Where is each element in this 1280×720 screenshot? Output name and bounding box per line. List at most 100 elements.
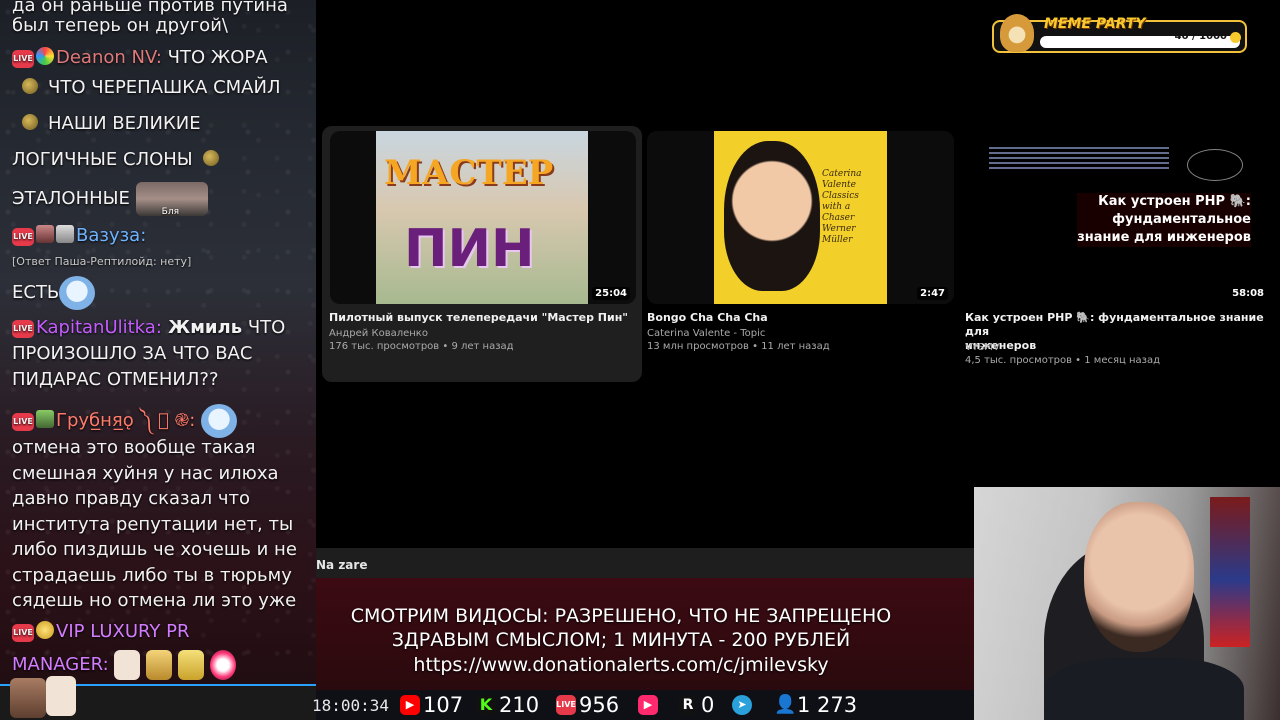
user-icon: 👤 (774, 694, 797, 715)
live-badge-icon: LIVE (12, 320, 34, 338)
chat-panel: да он раньше против путина был теперь он… (0, 0, 316, 720)
kick-icon: K (476, 695, 496, 715)
chat-username[interactable]: MANAGER: (12, 654, 109, 675)
webcam-feed (974, 487, 1280, 720)
video-title-2[interactable]: Bongo Cha Cha Cha (647, 311, 768, 325)
chat-message-text: давно правду сказал что (12, 488, 250, 509)
money-face-badge-icon (36, 621, 54, 639)
live-icon: LIVE (556, 695, 576, 715)
chat-message: LIVE VIP LUXURY PR (12, 620, 189, 644)
masked-face-emote-icon (59, 276, 96, 310)
stream-stats-bar: 18:00:34 ▶ 107 K 210 LIVE 956 ▶ R0 ➤ 👤 1 273 (312, 690, 976, 720)
coin-emote-icon (22, 114, 38, 130)
chat-message: LIVE Вазуза: (12, 224, 146, 248)
rainbow-badge-icon (36, 47, 54, 65)
video-channel-3[interactable]: VYSMV (965, 341, 1000, 354)
chat-message-text: отмена это вообще такая (12, 437, 256, 458)
chat-username[interactable]: KapitanUlitka: (36, 317, 162, 338)
chat-message: MANAGER: (12, 650, 236, 680)
video-channel-1[interactable]: Андрей Коваленко (329, 327, 428, 340)
chat-message-text: либо пиздишь че хочешь и не (12, 539, 297, 560)
thumb-caption-line: фундаментальное (1112, 212, 1251, 227)
meme-party-title: MEME PARTY (1044, 16, 1146, 32)
chat-username[interactable]: VIP LUXURY PR (56, 621, 189, 642)
live-badge-icon: LIVE (12, 228, 34, 246)
now-playing-label: Na zare (316, 558, 368, 572)
telegram-viewers: ➤ (732, 693, 755, 717)
vkplay-icon: ▶ (638, 695, 658, 715)
flag-icon (1210, 497, 1250, 647)
thumb-title-top: МАСТЕР (384, 153, 554, 193)
video-title-3[interactable]: Как устроен PHP 🐘: фундаментальное знани… (965, 311, 1265, 353)
live-badge-icon: LIVE (12, 50, 34, 68)
masked-face-emote-icon (201, 404, 238, 438)
emote-caption: Бля (161, 207, 179, 217)
chat-message-text: института репутации нет, ты (12, 514, 294, 535)
live-badge-icon: LIVE (12, 413, 34, 431)
chat-message-text: страдаешь либо ты в тюрьму (12, 565, 292, 586)
youtube-viewers: ▶ 107 (400, 693, 463, 717)
rutube-count: 0 (701, 693, 715, 717)
streamer-face (1084, 502, 1194, 652)
avatar-emote-icon (10, 678, 46, 718)
chat-username[interactable]: Груб̲ня̲ǫ ༽ ⃕ ֎: (56, 410, 195, 431)
video-thumbnail-2[interactable]: Caterina Valente Classics with a Chaser … (647, 131, 954, 304)
chat-message-text: ЧТО ЧЕРЕПАШКА СМАЙЛ (48, 77, 281, 98)
chat-message: LIVE KapitanUlitka: Жмиль ЧТО (12, 316, 285, 340)
kick-count: 210 (499, 693, 540, 717)
vkplay-viewers: ▶ (638, 693, 661, 717)
clock: 18:00:34 (312, 696, 390, 715)
total-viewers: 👤 1 273 (774, 693, 857, 717)
video-title-line: Как устроен PHP 🐘: фундаментальное знани… (965, 311, 1264, 338)
face-emote-icon: Бля (135, 182, 208, 217)
energy-star-logo-icon (1187, 149, 1243, 181)
chat-message-text: ЭТАЛОННЫЕ (12, 188, 130, 209)
video-channel-2[interactable]: Caterina Valente - Topic (647, 327, 765, 340)
video-stats-2: 13 млн просмотров • 11 лет назад (647, 341, 830, 352)
meme-progress-count: 40 / 1000 (1174, 31, 1227, 42)
car-badge-icon (36, 410, 54, 428)
promo-link[interactable]: https://www.donationalerts.com/c/jmilevs… (316, 653, 926, 677)
now-playing-bar: Na zare (316, 548, 976, 578)
promo-line-2: ЗДРАВЫМ СМЫСЛОМ; 1 МИНУТА - 200 РУБЛЕЙ (391, 629, 851, 651)
master-pin-artwork: МАСТЕР ПИН (376, 131, 588, 304)
chat-message-text: ЧТО (242, 317, 286, 338)
video-stats-1: 176 тыс. просмотров • 9 лет назад (329, 341, 514, 352)
live-count: 956 (579, 693, 620, 717)
thumb-title-bottom: ПИН (404, 219, 535, 279)
album-cover-text: Caterina Valente Classics with a Chaser … (822, 169, 862, 245)
chat-message-text: НАШИ ВЕЛИКИЕ (48, 113, 201, 134)
rutube-icon: R (678, 695, 698, 715)
chat-message: НАШИ ВЕЛИКИЕ (12, 112, 201, 136)
glow-emote-icon (209, 650, 236, 680)
bios-text-lines (989, 147, 1169, 171)
singer-portrait-icon (724, 141, 820, 291)
doge-icon (1000, 14, 1034, 52)
meme-party-widget: MEME PARTY 40 / 1000 (992, 14, 1247, 53)
rutube-viewers: R0 (678, 693, 714, 717)
chat-message-text: ЕСТЬ (12, 282, 60, 303)
promo-banner: СМОТРИМ ВИДОСЫ: РАЗРЕШЕНО, ЧТО НЕ ЗАПРЕЩ… (316, 578, 976, 690)
fist-emote-icon (46, 676, 76, 716)
video-title-1[interactable]: Пилотный выпуск телепередачи "Мастер Пин… (329, 311, 628, 325)
promo-line-1: СМОТРИМ ВИДОСЫ: РАЗРЕШЕНО, ЧТО НЕ ЗАПРЕЩ… (350, 605, 892, 627)
telegram-icon: ➤ (732, 695, 752, 715)
corn-emote-icon (177, 650, 204, 680)
video-duration: 25:04 (592, 287, 630, 300)
kick-viewers: K 210 (476, 693, 539, 717)
video-thumbnail-3[interactable]: Как устроен PHP 🐘: фундаментальное знани… (965, 131, 1273, 304)
youtube-icon: ▶ (400, 695, 420, 715)
streamer-shirt (1044, 657, 1244, 720)
chat-username[interactable]: Deanon NV: (56, 47, 162, 68)
youtube-count: 107 (423, 693, 464, 717)
chat-reply-text: [Ответ Паша-Рептилойд: нету] (12, 255, 192, 268)
chat-message-text: смешная хуйня у нас илюха (12, 463, 279, 484)
chat-username[interactable]: Вазуза: (76, 225, 146, 246)
video-duration: 2:47 (917, 287, 948, 300)
video-thumbnail-1[interactable]: МАСТЕР ПИН 25:04 (330, 131, 636, 304)
chat-message: LIVE Груб̲ня̲ǫ ༽ ⃕ ֎: (12, 404, 238, 438)
video-stats-3: 4,5 тыс. просмотров • 1 месяц назад (965, 355, 1161, 366)
video-title-line: инженеров (965, 339, 1037, 352)
chat-message: ЕСТЬ (12, 276, 96, 310)
chat-message-text: ПРОИЗОШЛО ЗА ЧТО ВАС (12, 343, 253, 364)
